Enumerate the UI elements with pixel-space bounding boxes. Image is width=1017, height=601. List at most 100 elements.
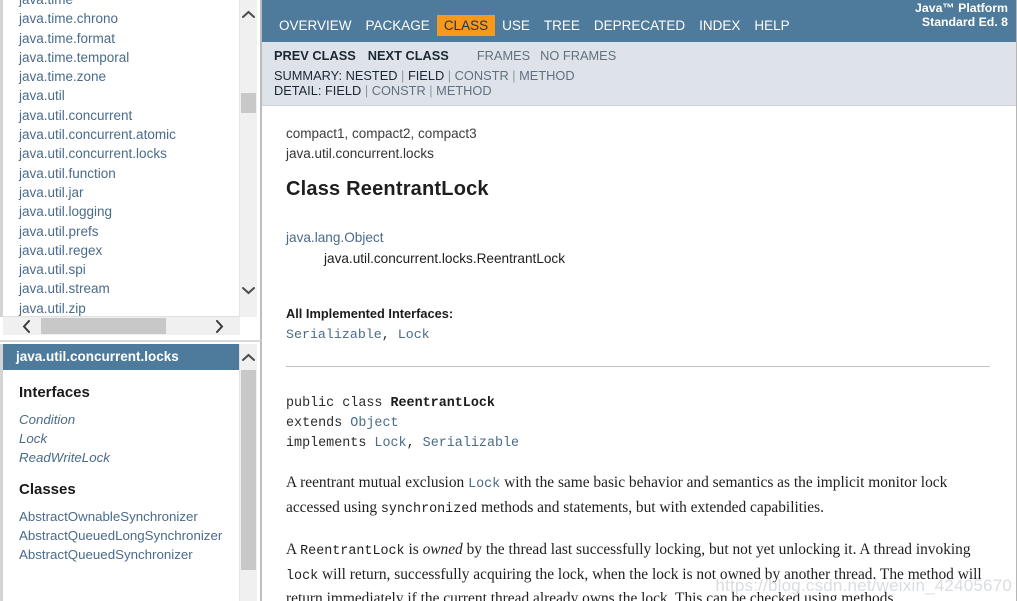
chevron-right-icon[interactable] (210, 317, 228, 335)
list-item[interactable]: java.util.regex (3, 241, 240, 260)
package-label: java.util.concurrent.locks (286, 146, 434, 161)
list-item[interactable]: java.util.concurrent (3, 106, 240, 125)
list-item[interactable]: Condition (19, 410, 240, 429)
nav-help[interactable]: HELP (747, 15, 796, 36)
summary-method-link[interactable]: METHOD (519, 68, 574, 83)
detail-constr-link[interactable]: CONSTR (372, 83, 426, 98)
list-item[interactable]: java.time.zone (3, 67, 240, 86)
implemented-link-lock[interactable]: Lock (398, 327, 430, 342)
detail-field-link[interactable]: FIELD (325, 83, 361, 98)
summary-field-link[interactable]: FIELD (408, 68, 444, 83)
chevron-up-icon[interactable] (240, 349, 257, 366)
package-title[interactable]: java.util.concurrent.locks (3, 344, 240, 370)
para1-text-c: methods and statements, but with extende… (477, 498, 824, 516)
para1-link-lock[interactable]: Lock (468, 477, 500, 492)
summary-label: SUMMARY: (274, 68, 343, 83)
next-class-link[interactable]: NEXT CLASS (368, 48, 449, 63)
scrollbar-thumb[interactable] (41, 318, 166, 334)
list-item[interactable]: java.time.format (3, 29, 240, 48)
list-item[interactable]: java.util.prefs (3, 222, 240, 241)
nav-overview[interactable]: OVERVIEW (272, 15, 359, 36)
no-frames-link[interactable]: NO FRAMES (540, 48, 616, 63)
para1-text-a: A reentrant mutual exclusion (286, 474, 469, 491)
list-item[interactable]: Lock (19, 429, 240, 448)
top-navigation-bar: OVERVIEW PACKAGE CLASS USE TREE DEPRECAT… (262, 0, 1016, 42)
list-item[interactable]: java.time.chrono (3, 9, 240, 28)
list-item[interactable]: java.util.zip (3, 299, 240, 317)
nav-use[interactable]: USE (495, 15, 537, 36)
left-frames-column: java.time java.time.chrono java.time.for… (0, 0, 262, 601)
brand-label: Java™ Platform Standard Ed. 8 (915, 1, 1008, 29)
list-item[interactable]: AbstractQueuedLongSynchronizer (19, 526, 240, 545)
scrollbar-thumb[interactable] (241, 370, 256, 570)
inheritance-tree: java.lang.Object java.util.concurrent.lo… (286, 227, 990, 269)
package-list-vertical-scrollbar[interactable] (239, 0, 257, 317)
javadoc-page: java.time java.time.chrono java.time.for… (0, 0, 1017, 601)
summary-row: SUMMARY: NESTED | FIELD | CONSTR | METHO… (274, 68, 575, 83)
class-nav-row: PREV CLASS NEXT CLASS FRAMES NO FRAMES (274, 48, 1016, 68)
para2-code-lock: lock (286, 568, 319, 584)
top-navigation-items: OVERVIEW PACKAGE CLASS USE TREE DEPRECAT… (262, 15, 797, 42)
brand-line-2: Standard Ed. 8 (921, 15, 1008, 29)
interfaces-list: Condition Lock ReadWriteLock (3, 403, 240, 467)
implemented-link-serializable[interactable]: Serializable (286, 327, 382, 342)
class-list-viewport[interactable]: java.util.concurrent.locks Interfaces Co… (0, 344, 240, 601)
list-item[interactable]: AbstractOwnableSynchronizer (19, 507, 240, 526)
declaration-implements-lock[interactable]: Lock (374, 436, 406, 451)
list-item[interactable]: java.util.function (3, 164, 240, 183)
nav-index[interactable]: INDEX (692, 15, 747, 36)
inheritance-root-link[interactable]: java.lang.Object (286, 230, 383, 245)
chevron-up-icon[interactable] (240, 6, 257, 23)
declaration-implements-serializable[interactable]: Serializable (423, 436, 519, 451)
inheritance-leaf: java.util.concurrent.locks.ReentrantLock (324, 251, 566, 266)
nav-tree[interactable]: TREE (537, 15, 587, 36)
scrollbar-thumb[interactable] (241, 93, 256, 113)
summary-constr-link[interactable]: CONSTR (455, 68, 509, 83)
declaration-extends-keyword: extends (286, 416, 343, 431)
package-list-viewport[interactable]: java.time java.time.chrono java.time.for… (0, 0, 240, 317)
class-list-frame: java.util.concurrent.locks Interfaces Co… (0, 340, 262, 601)
nav-class[interactable]: CLASS (436, 15, 496, 36)
page-title: Class ReentrantLock (286, 178, 489, 200)
description-paragraph-2: A ReentrantLock is owned by the thread l… (286, 539, 990, 601)
list-item[interactable]: java.util.logging (3, 202, 240, 221)
list-item[interactable]: java.time (3, 0, 240, 9)
declaration-implements-keyword: implements (286, 436, 367, 451)
list-item[interactable]: ReadWriteLock (19, 448, 240, 467)
list-item[interactable]: java.time.temporal (3, 48, 240, 67)
list-item[interactable]: AbstractQueuedSynchronizer (19, 545, 240, 564)
package-list: java.time java.time.chrono java.time.for… (3, 0, 240, 317)
frames-link[interactable]: FRAMES (477, 48, 530, 63)
class-list-vertical-scrollbar[interactable] (239, 344, 257, 601)
implemented-interfaces-list: Serializable, Lock (286, 327, 430, 342)
package-list-horizontal-scrollbar[interactable] (3, 316, 240, 335)
para2-text-d: will return, successfully acquiring the … (286, 565, 982, 601)
para2-text-a: A (286, 541, 301, 558)
declaration-class-name: ReentrantLock (390, 396, 495, 411)
list-item[interactable]: java.util.stream (3, 279, 240, 298)
para2-emphasis-owned: owned (422, 541, 463, 558)
declaration-extends-type[interactable]: Object (350, 416, 398, 431)
main-content-frame: OVERVIEW PACKAGE CLASS USE TREE DEPRECAT… (262, 0, 1017, 601)
summary-nested-link[interactable]: NESTED (346, 68, 398, 83)
detail-method-link[interactable]: METHOD (436, 83, 491, 98)
prev-class-link[interactable]: PREV CLASS (274, 48, 356, 63)
list-item[interactable]: java.util (3, 86, 240, 105)
list-item[interactable]: java.util.jar (3, 183, 240, 202)
nav-package[interactable]: PACKAGE (359, 15, 437, 36)
para2-text-b: is (404, 541, 423, 558)
description-paragraph-1: A reentrant mutual exclusion Lock with t… (286, 472, 990, 521)
detail-label: DETAIL: (274, 83, 322, 98)
chevron-left-icon[interactable] (17, 317, 35, 335)
package-list-frame: java.time java.time.chrono java.time.for… (0, 0, 262, 340)
chevron-down-icon[interactable] (240, 282, 257, 299)
list-item[interactable]: java.util.spi (3, 260, 240, 279)
list-item[interactable]: java.util.concurrent.atomic (3, 125, 240, 144)
list-item[interactable]: java.util.concurrent.locks (3, 144, 240, 163)
profiles-label: compact1, compact2, compact3 (286, 126, 477, 141)
interfaces-heading: Interfaces (19, 384, 90, 401)
implemented-interfaces-block: All Implemented Interfaces: Serializable… (286, 306, 990, 342)
nav-deprecated[interactable]: DEPRECATED (587, 15, 692, 36)
detail-row: DETAIL: FIELD | CONSTR | METHOD (274, 83, 492, 98)
sub-navigation-bar: PREV CLASS NEXT CLASS FRAMES NO FRAMES SUMM… (262, 42, 1016, 106)
